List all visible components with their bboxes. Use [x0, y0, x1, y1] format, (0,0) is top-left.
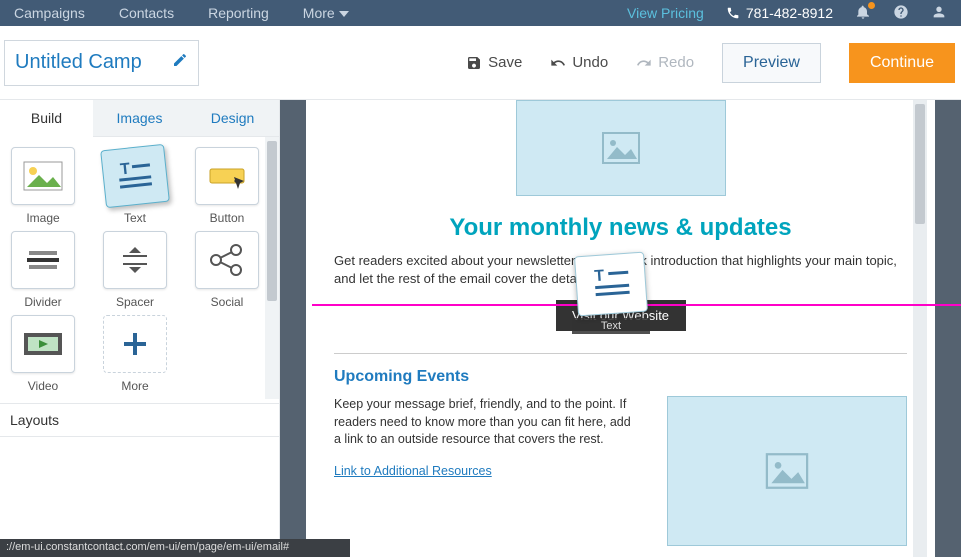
divider-block-icon: [23, 245, 63, 275]
plus-icon: [120, 329, 150, 359]
block-social[interactable]: Social: [190, 231, 264, 309]
section-image-placeholder[interactable]: [667, 396, 907, 546]
nav-right: View Pricing 781-482-8912: [627, 4, 947, 23]
campaign-title-input[interactable]: [15, 51, 155, 74]
upcoming-text[interactable]: Keep your message brief, friendly, and t…: [334, 396, 641, 546]
block-label: Video: [28, 379, 58, 393]
top-nav: Campaigns Contacts Reporting More View P…: [0, 0, 961, 26]
block-label: Button: [210, 211, 245, 225]
text-block-icon: T: [588, 264, 635, 305]
main-area: Build Images Design Image T Text Button: [0, 100, 961, 557]
campaign-title-box[interactable]: [4, 40, 199, 86]
sidebar-scrollbar[interactable]: [265, 137, 279, 399]
image-placeholder-icon: [764, 452, 810, 490]
undo-label: Undo: [572, 54, 608, 71]
additional-resources-link[interactable]: Link to Additional Resources: [334, 463, 492, 481]
image-placeholder-icon: [601, 131, 641, 165]
block-video[interactable]: Video: [6, 315, 80, 393]
block-button[interactable]: Button: [190, 147, 264, 225]
redo-button[interactable]: Redo: [636, 54, 694, 71]
nav-reporting[interactable]: Reporting: [208, 5, 269, 21]
continue-button[interactable]: Continue: [849, 43, 955, 83]
block-palette: Image T Text Button Divider Sp: [0, 137, 279, 399]
save-label: Save: [488, 54, 522, 71]
canvas-scroll-thumb[interactable]: [915, 104, 925, 224]
social-block-icon: [208, 243, 246, 277]
layouts-section-header[interactable]: Layouts: [0, 403, 279, 437]
notifications-button[interactable]: [855, 4, 871, 23]
nav-left: Campaigns Contacts Reporting More: [14, 5, 349, 21]
tab-design[interactable]: Design: [186, 100, 279, 137]
redo-label: Redo: [658, 54, 694, 71]
save-icon: [466, 55, 482, 71]
block-label: Spacer: [116, 295, 154, 309]
spacer-block-icon: [115, 243, 155, 277]
svg-text:T: T: [119, 161, 131, 179]
notification-dot: [868, 2, 875, 9]
drag-ghost: T Text: [572, 254, 650, 334]
phone-number[interactable]: 781-482-8912: [726, 5, 833, 21]
action-buttons: Save Undo Redo Preview Continue: [466, 43, 961, 83]
pencil-icon[interactable]: [172, 52, 188, 73]
canvas-scrollbar[interactable]: [913, 100, 927, 557]
text-block-icon: T: [113, 157, 156, 195]
block-label: Social: [211, 295, 244, 309]
upcoming-events-title[interactable]: Upcoming Events: [334, 368, 907, 386]
sidebar: Build Images Design Image T Text Button: [0, 100, 280, 557]
email-headline[interactable]: Your monthly news & updates: [334, 214, 907, 242]
nav-contacts[interactable]: Contacts: [119, 5, 174, 21]
block-label: Text: [124, 211, 146, 225]
scroll-thumb[interactable]: [267, 141, 277, 301]
redo-icon: [636, 55, 652, 71]
help-button[interactable]: [893, 4, 909, 23]
block-divider[interactable]: Divider: [6, 231, 80, 309]
upcoming-body-text: Keep your message brief, friendly, and t…: [334, 397, 631, 446]
phone-text: 781-482-8912: [746, 5, 833, 21]
undo-button[interactable]: Undo: [550, 54, 608, 71]
user-icon: [931, 4, 947, 20]
preview-button[interactable]: Preview: [722, 43, 821, 83]
status-bar: ://em-ui.constantcontact.com/em-ui/em/pa…: [0, 539, 350, 557]
drag-ghost-label: Text: [572, 318, 650, 334]
hero-image-placeholder[interactable]: [516, 100, 726, 196]
profile-button[interactable]: [931, 4, 947, 23]
block-label: Image: [26, 211, 59, 225]
block-image[interactable]: Image: [6, 147, 80, 225]
button-block-icon: [206, 161, 248, 191]
nav-more[interactable]: More: [303, 5, 349, 21]
help-icon: [893, 4, 909, 20]
divider-line: [334, 353, 907, 354]
two-column-section: Keep your message brief, friendly, and t…: [334, 396, 907, 546]
block-label: More: [121, 379, 148, 393]
block-text[interactable]: T Text: [98, 147, 172, 225]
tab-images[interactable]: Images: [93, 100, 186, 137]
svg-text:T: T: [594, 267, 605, 285]
block-label: Divider: [24, 295, 61, 309]
view-pricing-link[interactable]: View Pricing: [627, 5, 704, 21]
undo-icon: [550, 55, 566, 71]
chevron-down-icon: [339, 11, 349, 17]
block-more[interactable]: More: [98, 315, 172, 393]
action-bar: Save Undo Redo Preview Continue: [0, 26, 961, 100]
phone-icon: [726, 6, 740, 20]
save-button[interactable]: Save: [466, 54, 522, 71]
sidebar-tabs: Build Images Design: [0, 100, 279, 137]
block-spacer[interactable]: Spacer: [98, 231, 172, 309]
image-block-icon: [23, 161, 63, 191]
nav-campaigns[interactable]: Campaigns: [14, 5, 85, 21]
video-block-icon: [22, 329, 64, 359]
tab-build[interactable]: Build: [0, 100, 93, 137]
